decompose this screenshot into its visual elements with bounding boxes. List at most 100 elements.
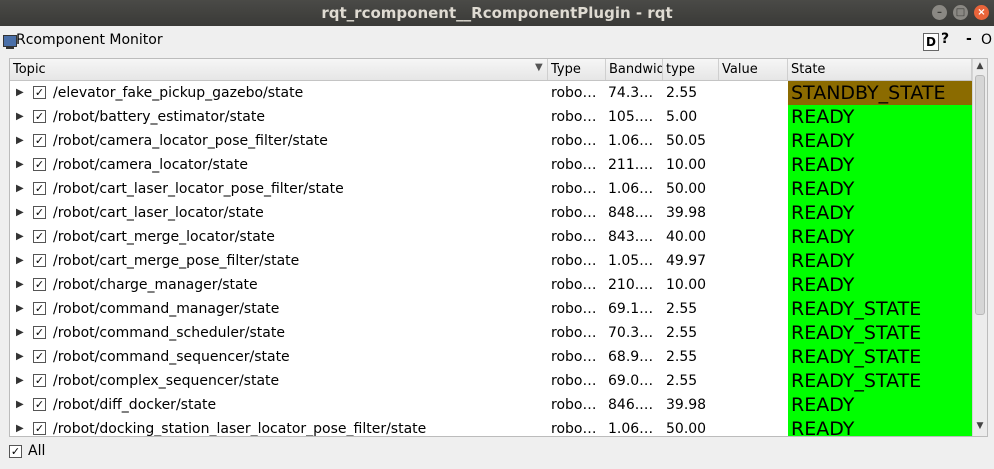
state-cell: READY_STATE bbox=[788, 297, 972, 321]
bandwidth-cell: 1.06… bbox=[608, 421, 654, 437]
row-checkbox[interactable]: ✓ bbox=[33, 422, 46, 435]
bandwidth-cell: 210.… bbox=[608, 277, 654, 293]
value-cell bbox=[722, 177, 786, 201]
table-row[interactable]: ▶ ✓ /robot/battery_estimator/state robo… 105… bbox=[10, 105, 972, 129]
row-checkbox[interactable]: ✓ bbox=[33, 326, 46, 339]
table-row[interactable]: ▶ ✓ /robot/charge_manager/state robo… 210.… 1… bbox=[10, 273, 972, 297]
help-button[interactable]: ? bbox=[941, 31, 949, 47]
type-cell: robo… bbox=[551, 277, 597, 293]
topic-name: /robot/camera_locator/state bbox=[53, 157, 248, 173]
topic-name: /robot/battery_estimator/state bbox=[53, 109, 265, 125]
state-cell: READY_STATE bbox=[788, 345, 972, 369]
table-row[interactable]: ▶ ✓ /robot/complex_sequencer/state robo… 69.… bbox=[10, 369, 972, 393]
expand-arrow-icon[interactable]: ▶ bbox=[16, 177, 26, 201]
row-checkbox[interactable]: ✓ bbox=[33, 350, 46, 363]
dock-button[interactable]: D bbox=[923, 33, 939, 51]
expand-arrow-icon[interactable]: ▶ bbox=[16, 249, 26, 273]
close-plugin-button[interactable]: O bbox=[981, 32, 992, 48]
column-header-topic[interactable]: Topic bbox=[10, 59, 548, 80]
row-checkbox[interactable]: ✓ bbox=[33, 374, 46, 387]
type-cell: robo… bbox=[551, 85, 597, 101]
topic-name: /robot/command_scheduler/state bbox=[53, 325, 285, 341]
topic-name: /robot/complex_sequencer/state bbox=[53, 373, 280, 389]
scroll-up-icon[interactable]: ▲ bbox=[973, 61, 987, 73]
row-checkbox[interactable]: ✓ bbox=[33, 278, 46, 291]
row-checkbox[interactable]: ✓ bbox=[33, 230, 46, 243]
row-checkbox[interactable]: ✓ bbox=[33, 398, 46, 411]
state-cell: READY bbox=[788, 393, 972, 417]
expand-arrow-icon[interactable]: ▶ bbox=[16, 105, 26, 129]
expand-arrow-icon[interactable]: ▶ bbox=[16, 369, 26, 393]
row-checkbox[interactable]: ✓ bbox=[33, 206, 46, 219]
table-row[interactable]: ▶ ✓ /robot/cart_laser_locator_pose_filter/… bbox=[10, 177, 972, 201]
minimize-button[interactable]: – bbox=[932, 5, 947, 20]
table-row[interactable]: ▶ ✓ /robot/diff_docker/state robo… 846.… 39.9… bbox=[10, 393, 972, 417]
table-row[interactable]: ▶ ✓ /robot/camera_locator/state robo… 211.… 1… bbox=[10, 153, 972, 177]
expand-arrow-icon[interactable]: ▶ bbox=[16, 321, 26, 345]
value-cell bbox=[722, 369, 786, 393]
table-row[interactable]: ▶ ✓ /robot/cart_merge_pose_filter/state rob… bbox=[10, 249, 972, 273]
type-cell: robo… bbox=[551, 181, 597, 197]
column-header-state[interactable]: State bbox=[788, 59, 972, 80]
expand-arrow-icon[interactable]: ▶ bbox=[16, 81, 26, 105]
topic-name: /robot/diff_docker/state bbox=[53, 397, 217, 413]
expand-arrow-icon[interactable]: ▶ bbox=[16, 129, 26, 153]
topic-tree[interactable]: Topic ▼ Type Bandwidth type Value State … bbox=[9, 58, 988, 437]
minimize-plugin-button[interactable]: - bbox=[966, 31, 972, 47]
table-row[interactable]: ▶ ✓ /robot/docking_station_laser_locator_p… bbox=[10, 417, 972, 437]
expand-arrow-icon[interactable]: ▶ bbox=[16, 345, 26, 369]
expand-arrow-icon[interactable]: ▶ bbox=[16, 225, 26, 249]
table-row[interactable]: ▶ ✓ /elevator_fake_pickup_gazebo/state robo… bbox=[10, 81, 972, 105]
topic-name: /elevator_fake_pickup_gazebo/state bbox=[53, 85, 304, 101]
rate-cell: 40.00 bbox=[666, 229, 707, 245]
bandwidth-cell: 1.06… bbox=[608, 133, 654, 149]
expand-arrow-icon[interactable]: ▶ bbox=[16, 297, 26, 321]
row-checkbox[interactable]: ✓ bbox=[33, 86, 46, 99]
table-row[interactable]: ▶ ✓ /robot/command_manager/state robo… 69.1…… bbox=[10, 297, 972, 321]
table-row[interactable]: ▶ ✓ /robot/command_sequencer/state robo… 68.… bbox=[10, 345, 972, 369]
state-cell: READY bbox=[788, 417, 972, 436]
column-header-value[interactable]: Value bbox=[719, 59, 788, 80]
column-header-type[interactable]: Type bbox=[548, 59, 606, 80]
state-cell: READY_STATE bbox=[788, 369, 972, 393]
topic-name: /robot/command_manager/state bbox=[53, 301, 280, 317]
row-checkbox[interactable]: ✓ bbox=[33, 110, 46, 123]
scrollbar-thumb[interactable] bbox=[975, 75, 985, 315]
row-checkbox[interactable]: ✓ bbox=[33, 134, 46, 147]
scroll-down-icon[interactable]: ▼ bbox=[973, 421, 987, 433]
expand-arrow-icon[interactable]: ▶ bbox=[16, 417, 26, 436]
rate-cell: 2.55 bbox=[666, 373, 698, 389]
rate-cell: 39.98 bbox=[666, 397, 707, 413]
row-checkbox[interactable]: ✓ bbox=[33, 182, 46, 195]
sort-arrow-icon: ▼ bbox=[535, 62, 543, 73]
value-cell bbox=[722, 201, 786, 225]
table-row[interactable]: ▶ ✓ /robot/cart_merge_locator/state robo… 84… bbox=[10, 225, 972, 249]
table-row[interactable]: ▶ ✓ /robot/camera_locator_pose_filter/stat… bbox=[10, 129, 972, 153]
maximize-button[interactable]: □ bbox=[953, 5, 968, 20]
column-header-rate[interactable]: type bbox=[663, 59, 719, 80]
table-row[interactable]: ▶ ✓ /robot/command_scheduler/state robo… 70.… bbox=[10, 321, 972, 345]
row-checkbox[interactable]: ✓ bbox=[33, 302, 46, 315]
expand-arrow-icon[interactable]: ▶ bbox=[16, 201, 26, 225]
state-cell: READY bbox=[788, 225, 972, 249]
rate-cell: 50.05 bbox=[666, 133, 707, 149]
column-header-bandwidth[interactable]: Bandwidth bbox=[606, 59, 663, 80]
all-checkbox[interactable]: ✓ bbox=[9, 445, 22, 458]
state-cell: READY_STATE bbox=[788, 321, 972, 345]
topic-rows: ▶ ✓/elevator_fake_pickup_gazebo/state robo… bbox=[10, 81, 972, 437]
vertical-scrollbar[interactable]: ▲ ▼ bbox=[972, 59, 987, 436]
value-cell bbox=[722, 393, 786, 417]
rate-cell: 2.55 bbox=[666, 325, 698, 341]
close-window-button[interactable]: × bbox=[974, 5, 989, 20]
expand-arrow-icon[interactable]: ▶ bbox=[16, 273, 26, 297]
type-cell: robo… bbox=[551, 229, 597, 245]
table-row[interactable]: ▶ ✓ /robot/cart_laser_locator/state robo… 84… bbox=[10, 201, 972, 225]
expand-arrow-icon[interactable]: ▶ bbox=[16, 153, 26, 177]
row-checkbox[interactable]: ✓ bbox=[33, 158, 46, 171]
type-cell: robo… bbox=[551, 157, 597, 173]
rate-cell: 39.98 bbox=[666, 205, 707, 221]
state-cell: READY bbox=[788, 177, 972, 201]
plugin-header: Rcomponent Monitor D ? - O bbox=[0, 26, 994, 56]
row-checkbox[interactable]: ✓ bbox=[33, 254, 46, 267]
expand-arrow-icon[interactable]: ▶ bbox=[16, 393, 26, 417]
